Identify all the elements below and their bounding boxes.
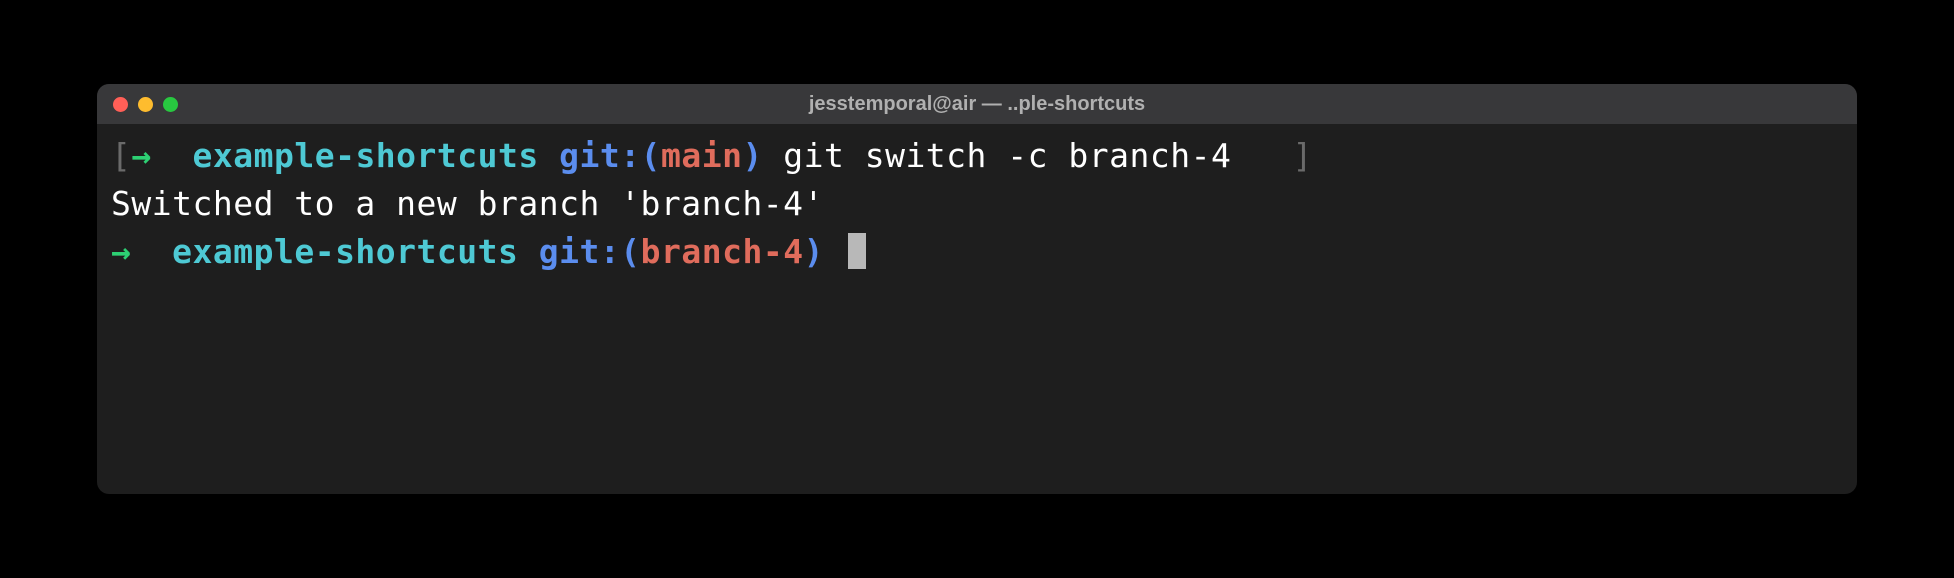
cursor: [848, 233, 866, 269]
output-line: Switched to a new branch 'branch-4': [111, 180, 1843, 228]
git-label: git:: [559, 136, 640, 175]
paren-close: ): [742, 136, 762, 175]
paren-open: (: [620, 232, 640, 271]
titlebar: jesstemporal@air — ..ple-shortcuts: [97, 84, 1857, 124]
maximize-button[interactable]: [163, 97, 178, 112]
terminal-window: jesstemporal@air — ..ple-shortcuts [→ ex…: [97, 84, 1857, 494]
bracket-close: ]: [1292, 136, 1312, 175]
directory-name: example-shortcuts: [193, 136, 539, 175]
bracket-open: [: [111, 136, 131, 175]
close-button[interactable]: [113, 97, 128, 112]
traffic-lights: [113, 97, 178, 112]
output-text: Switched to a new branch 'branch-4': [111, 184, 824, 223]
branch-name: branch-4: [641, 232, 804, 271]
terminal-content[interactable]: [→ example-shortcuts git:(main) git swit…: [97, 124, 1857, 284]
branch-name: main: [661, 136, 742, 175]
prompt-line-1: [→ example-shortcuts git:(main) git swit…: [111, 132, 1843, 180]
window-title: jesstemporal@air — ..ple-shortcuts: [809, 93, 1145, 116]
prompt-arrow-icon: →: [131, 136, 151, 175]
prompt-line-2: → example-shortcuts git:(branch-4): [111, 228, 1843, 276]
directory-name: example-shortcuts: [172, 232, 518, 271]
paren-close: ): [804, 232, 824, 271]
command-text: git switch -c branch-4: [783, 136, 1231, 175]
git-label: git:: [539, 232, 620, 271]
paren-open: (: [641, 136, 661, 175]
prompt-arrow-icon: →: [111, 232, 131, 271]
minimize-button[interactable]: [138, 97, 153, 112]
